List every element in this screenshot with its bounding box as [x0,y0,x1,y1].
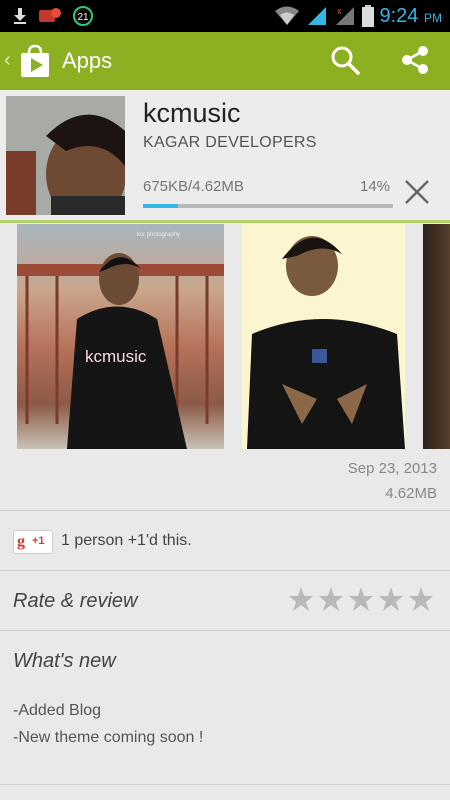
star-rating[interactable] [288,586,434,612]
clock: 9:24 PM [379,4,443,27]
header-divider [0,220,450,223]
divider [0,784,450,785]
star-icon[interactable] [378,586,404,612]
back-chevron-icon[interactable]: ‹ [4,49,11,72]
share-icon[interactable] [400,45,430,75]
plus-one-text: 1 person +1'd this. [61,532,192,549]
rate-review-label: Rate & review [13,590,138,612]
divider [0,630,450,631]
battery-icon [361,5,374,27]
cancel-download-icon[interactable] [403,178,431,206]
download-progress-bar [143,204,393,208]
download-icon [14,8,26,24]
app-name: kcmusic [143,98,241,128]
wifi-icon [274,6,299,25]
signal-2-icon: x [335,6,354,25]
developer-name[interactable]: KAGAR DEVELOPERS [143,134,317,152]
status-bar: 21 x 9:24 PM [0,0,450,32]
action-bar-title: Apps [62,48,113,73]
download-progress-fill [143,204,178,208]
action-bar: ‹ Apps [0,32,450,90]
whats-new-line: -Added Blog [13,702,102,719]
whats-new-section: What's new -Added Blog -New theme coming… [0,632,450,787]
star-icon[interactable] [408,586,434,612]
screenshot-1[interactable]: kcmusic kcr photography [17,224,224,449]
whats-new-title: What's new [13,650,116,672]
star-icon[interactable] [288,586,314,612]
mail-badge-icon [39,8,61,22]
svg-text:21: 21 [77,12,89,23]
app-header: kcmusic KAGAR DEVELOPERS 675KB/4.62MB 14… [0,90,450,222]
play-store-bag-icon[interactable] [18,44,52,78]
screenshot-3[interactable] [423,224,450,449]
google-plus-one-button[interactable]: g +1 [13,530,53,554]
update-date: Sep 23, 2013 [347,460,437,477]
plus-one-row[interactable]: g +1 1 person +1'd this. [0,512,450,570]
svg-text:x: x [337,6,342,16]
screenshot-2[interactable] [242,224,405,449]
download-percent: 14% [360,178,391,195]
signal-1-icon [307,7,326,25]
app-thumbnail [6,96,125,215]
app-size: 4.62MB [385,485,437,502]
search-icon[interactable] [330,45,360,75]
divider [0,510,450,511]
star-icon[interactable] [348,586,374,612]
divider [0,570,450,571]
screenshot-carousel[interactable]: kcmusic kcr photography [0,224,450,450]
download-size: 675KB/4.62MB [143,178,244,195]
svg-text:kcr photography: kcr photography [137,232,180,238]
star-icon[interactable] [318,586,344,612]
rate-review-row[interactable]: Rate & review [0,572,450,630]
portrait-image [6,96,125,215]
svg-text:kcmusic: kcmusic [85,347,147,366]
notification-count-icon: 21 [73,6,93,26]
whats-new-line: -New theme coming soon ! [13,729,204,746]
